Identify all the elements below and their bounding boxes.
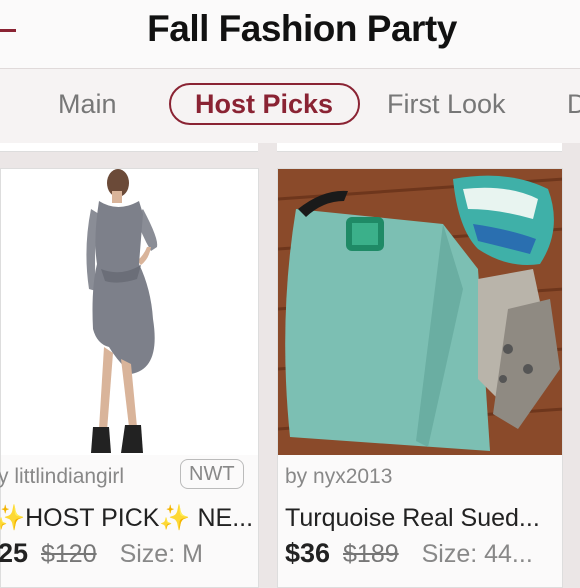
listing-title[interactable]: ✨HOST PICK✨ NE... — [0, 504, 253, 533]
size-label: Size: M — [119, 540, 203, 568]
tab-host-picks[interactable]: Host Picks — [169, 83, 360, 125]
skirt-photo — [278, 169, 562, 455]
listing-title[interactable]: Turquoise Real Sued... — [285, 504, 540, 533]
price-row: $36 $189 Size: 44... — [285, 538, 533, 569]
tab-bar: Main Host Picks First Look D — [0, 69, 580, 143]
card-stub — [0, 143, 258, 152]
tab-more[interactable]: D — [567, 83, 580, 125]
seller-name[interactable]: by nyx2013 — [285, 465, 392, 489]
listing-image[interactable] — [278, 169, 562, 455]
tab-first-look[interactable]: First Look — [387, 83, 506, 125]
listing-image[interactable] — [1, 169, 258, 455]
original-price: $120 — [41, 540, 97, 568]
app-header: Fall Fashion Party — [0, 0, 580, 69]
card-stub — [277, 143, 562, 152]
dress-photo — [1, 169, 258, 455]
page-title: Fall Fashion Party — [147, 8, 457, 49]
size-label: Size: 44... — [421, 540, 533, 568]
price: 25 — [0, 538, 29, 568]
original-price: $189 — [343, 540, 399, 568]
condition-badge: NWT — [180, 459, 244, 489]
tab-main[interactable]: Main — [58, 83, 117, 125]
price-row: 25 $120 Size: M — [0, 538, 203, 569]
price: $36 — [285, 538, 331, 568]
seller-name[interactable]: y littlindiangirl — [0, 465, 124, 489]
